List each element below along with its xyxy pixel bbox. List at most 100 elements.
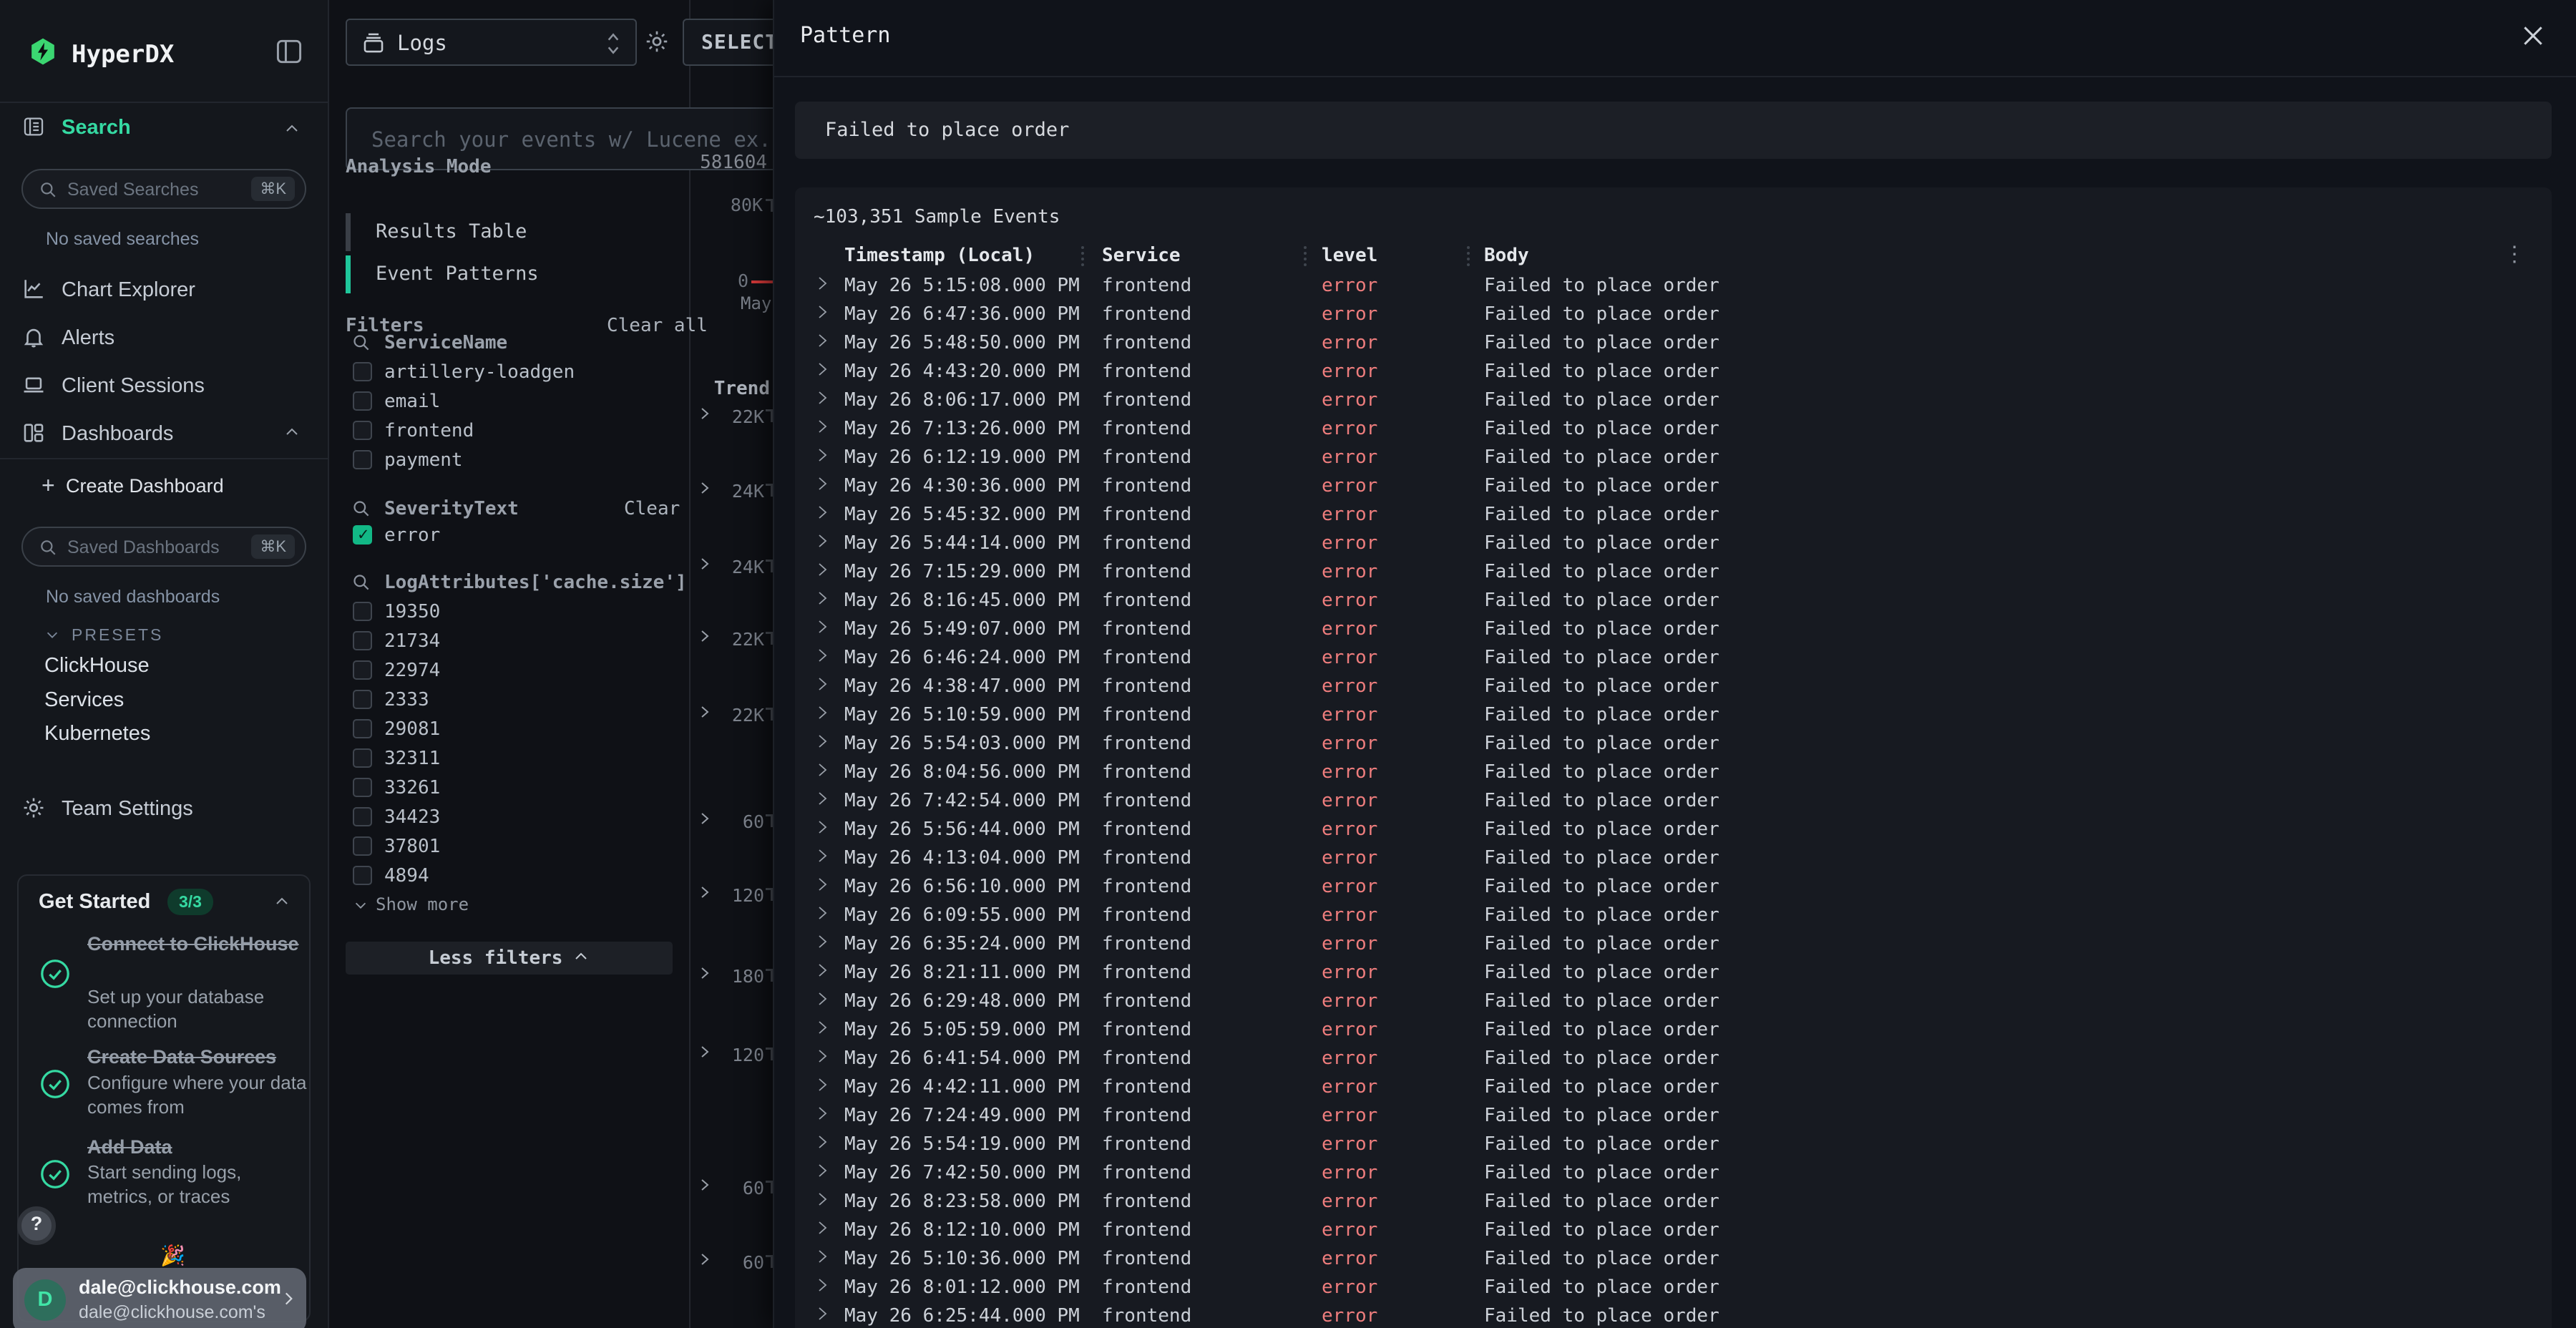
chevron-right-icon[interactable] <box>814 1162 831 1179</box>
chevron-up-icon[interactable] <box>283 424 301 441</box>
chevron-right-icon[interactable] <box>814 275 831 292</box>
chevron-up-icon[interactable] <box>283 120 301 137</box>
clear-severity-link[interactable]: Clear <box>624 498 680 519</box>
checkbox[interactable] <box>353 778 372 797</box>
event-row[interactable]: May 26 5:54:19.000 PMfrontenderrorFailed… <box>795 1131 2552 1159</box>
chevron-right-icon[interactable] <box>814 904 831 922</box>
event-row[interactable]: May 26 4:13:04.000 PMfrontenderrorFailed… <box>795 844 2552 873</box>
preset-item-kubernetes[interactable]: Kubernetes <box>0 718 328 751</box>
chevron-right-icon[interactable] <box>814 475 831 492</box>
preset-item-clickhouse[interactable]: ClickHouse <box>0 650 328 683</box>
filter-option[interactable]: 22974 <box>346 656 660 685</box>
filter-option[interactable]: 33261 <box>346 773 660 803</box>
user-menu[interactable]: D dale@clickhouse.com dale@clickhouse.co… <box>13 1268 306 1328</box>
chevron-right-icon[interactable] <box>696 405 713 422</box>
chevron-right-icon[interactable] <box>814 561 831 578</box>
event-row[interactable]: May 26 7:42:54.000 PMfrontenderrorFailed… <box>795 787 2552 816</box>
checkbox[interactable] <box>353 362 372 381</box>
event-row[interactable]: May 26 8:12:10.000 PMfrontenderrorFailed… <box>795 1216 2552 1245</box>
chevron-right-icon[interactable] <box>814 647 831 664</box>
event-row[interactable]: May 26 5:56:44.000 PMfrontenderrorFailed… <box>795 816 2552 844</box>
col-body[interactable]: Body <box>1484 245 1529 266</box>
event-row[interactable]: May 26 7:15:29.000 PMfrontenderrorFailed… <box>795 558 2552 587</box>
event-row[interactable]: May 26 8:23:58.000 PMfrontenderrorFailed… <box>795 1188 2552 1216</box>
chevron-right-icon[interactable] <box>814 1048 831 1065</box>
event-row[interactable]: May 26 8:21:11.000 PMfrontenderrorFailed… <box>795 959 2552 987</box>
chevron-right-icon[interactable] <box>814 1019 831 1036</box>
chevron-right-icon[interactable] <box>814 675 831 693</box>
event-row[interactable]: May 26 8:01:12.000 PMfrontenderrorFailed… <box>795 1274 2552 1302</box>
chevron-right-icon[interactable] <box>696 965 713 982</box>
event-row[interactable]: May 26 6:47:36.000 PMfrontenderrorFailed… <box>795 301 2552 329</box>
event-row[interactable]: May 26 6:46:24.000 PMfrontenderrorFailed… <box>795 644 2552 673</box>
event-row[interactable]: May 26 8:04:56.000 PMfrontenderrorFailed… <box>795 758 2552 787</box>
checkbox[interactable] <box>353 660 372 680</box>
chevron-right-icon[interactable] <box>696 555 713 572</box>
column-resize-handle[interactable] <box>1304 246 1307 266</box>
chevron-right-icon[interactable] <box>814 418 831 435</box>
chevron-right-icon[interactable] <box>814 733 831 750</box>
event-row[interactable]: May 26 7:24:49.000 PMfrontenderrorFailed… <box>795 1102 2552 1131</box>
checkbox[interactable] <box>353 836 372 856</box>
sidebar-item-search[interactable]: Search <box>62 116 131 140</box>
checkbox-checked[interactable] <box>353 525 372 545</box>
team-settings-button[interactable]: Team Settings <box>0 790 328 830</box>
chevron-right-icon[interactable] <box>814 1105 831 1122</box>
chevron-right-icon[interactable] <box>814 1191 831 1208</box>
event-row[interactable]: May 26 4:42:11.000 PMfrontenderrorFailed… <box>795 1073 2552 1102</box>
filter-option[interactable]: payment <box>346 446 660 475</box>
chevron-right-icon[interactable] <box>814 761 831 778</box>
chevron-right-icon[interactable] <box>696 1043 713 1060</box>
chevron-right-icon[interactable] <box>814 590 831 607</box>
chevron-right-icon[interactable] <box>814 1276 831 1294</box>
chevron-right-icon[interactable] <box>696 628 713 645</box>
sidebar-collapse-icon[interactable] <box>273 36 305 67</box>
show-more-link[interactable]: Show more <box>353 894 469 914</box>
event-row[interactable]: May 26 7:13:26.000 PMfrontenderrorFailed… <box>795 415 2552 444</box>
column-resize-handle[interactable] <box>1467 246 1470 266</box>
chevron-right-icon[interactable] <box>814 933 831 950</box>
sidebar-item-client-sessions[interactable]: Client Sessions <box>0 366 328 407</box>
checkbox[interactable] <box>353 748 372 768</box>
sidebar-item-dashboards[interactable]: Dashboards <box>0 414 328 455</box>
checkbox[interactable] <box>353 866 372 885</box>
filter-option[interactable]: 19350 <box>346 597 660 627</box>
chevron-right-icon[interactable] <box>814 962 831 979</box>
chevron-right-icon[interactable] <box>696 810 713 827</box>
chevron-right-icon[interactable] <box>696 703 713 721</box>
chevron-right-icon[interactable] <box>696 479 713 497</box>
checkbox[interactable] <box>353 631 372 650</box>
help-button[interactable]: ? <box>17 1206 56 1245</box>
chevron-right-icon[interactable] <box>814 1133 831 1151</box>
less-filters-button[interactable]: Less filters <box>346 942 673 975</box>
sidebar-item-chart-explorer[interactable]: Chart Explorer <box>0 270 328 311</box>
event-row[interactable]: May 26 5:48:50.000 PMfrontenderrorFailed… <box>795 329 2552 358</box>
event-row[interactable]: May 26 5:15:08.000 PMfrontenderrorFailed… <box>795 272 2552 301</box>
chevron-right-icon[interactable] <box>696 1176 713 1193</box>
filter-option[interactable]: frontend <box>346 416 660 446</box>
chevron-right-icon[interactable] <box>814 990 831 1007</box>
filter-option[interactable]: 2333 <box>346 685 660 715</box>
filter-option[interactable]: artillery-loadgen <box>346 358 660 387</box>
table-menu-icon[interactable]: ⋮ <box>2502 242 2527 268</box>
chevron-right-icon[interactable] <box>814 532 831 550</box>
filter-option[interactable]: 21734 <box>346 627 660 656</box>
preset-item-services[interactable]: Services <box>0 684 328 717</box>
chevron-right-icon[interactable] <box>814 704 831 721</box>
checkbox[interactable] <box>353 807 372 826</box>
event-row[interactable]: May 26 4:38:47.000 PMfrontenderrorFailed… <box>795 673 2552 701</box>
event-row[interactable]: May 26 6:09:55.000 PMfrontenderrorFailed… <box>795 902 2552 930</box>
event-row[interactable]: May 26 6:12:19.000 PMfrontenderrorFailed… <box>795 444 2552 472</box>
chevron-right-icon[interactable] <box>814 1305 831 1322</box>
search-icon[interactable] <box>351 333 371 352</box>
event-row[interactable]: May 26 5:49:07.000 PMfrontenderrorFailed… <box>795 615 2552 644</box>
chevron-right-icon[interactable] <box>814 1248 831 1265</box>
event-row[interactable]: May 26 5:10:36.000 PMfrontenderrorFailed… <box>795 1245 2552 1274</box>
filter-option[interactable]: email <box>346 387 660 416</box>
filter-option[interactable]: 34423 <box>346 803 660 832</box>
event-row[interactable]: May 26 5:05:59.000 PMfrontenderrorFailed… <box>795 1016 2552 1045</box>
chevron-right-icon[interactable] <box>814 819 831 836</box>
event-row[interactable]: May 26 4:43:20.000 PMfrontenderrorFailed… <box>795 358 2552 386</box>
event-row[interactable]: May 26 5:54:03.000 PMfrontenderrorFailed… <box>795 730 2552 758</box>
event-row[interactable]: May 26 8:16:45.000 PMfrontenderrorFailed… <box>795 587 2552 615</box>
